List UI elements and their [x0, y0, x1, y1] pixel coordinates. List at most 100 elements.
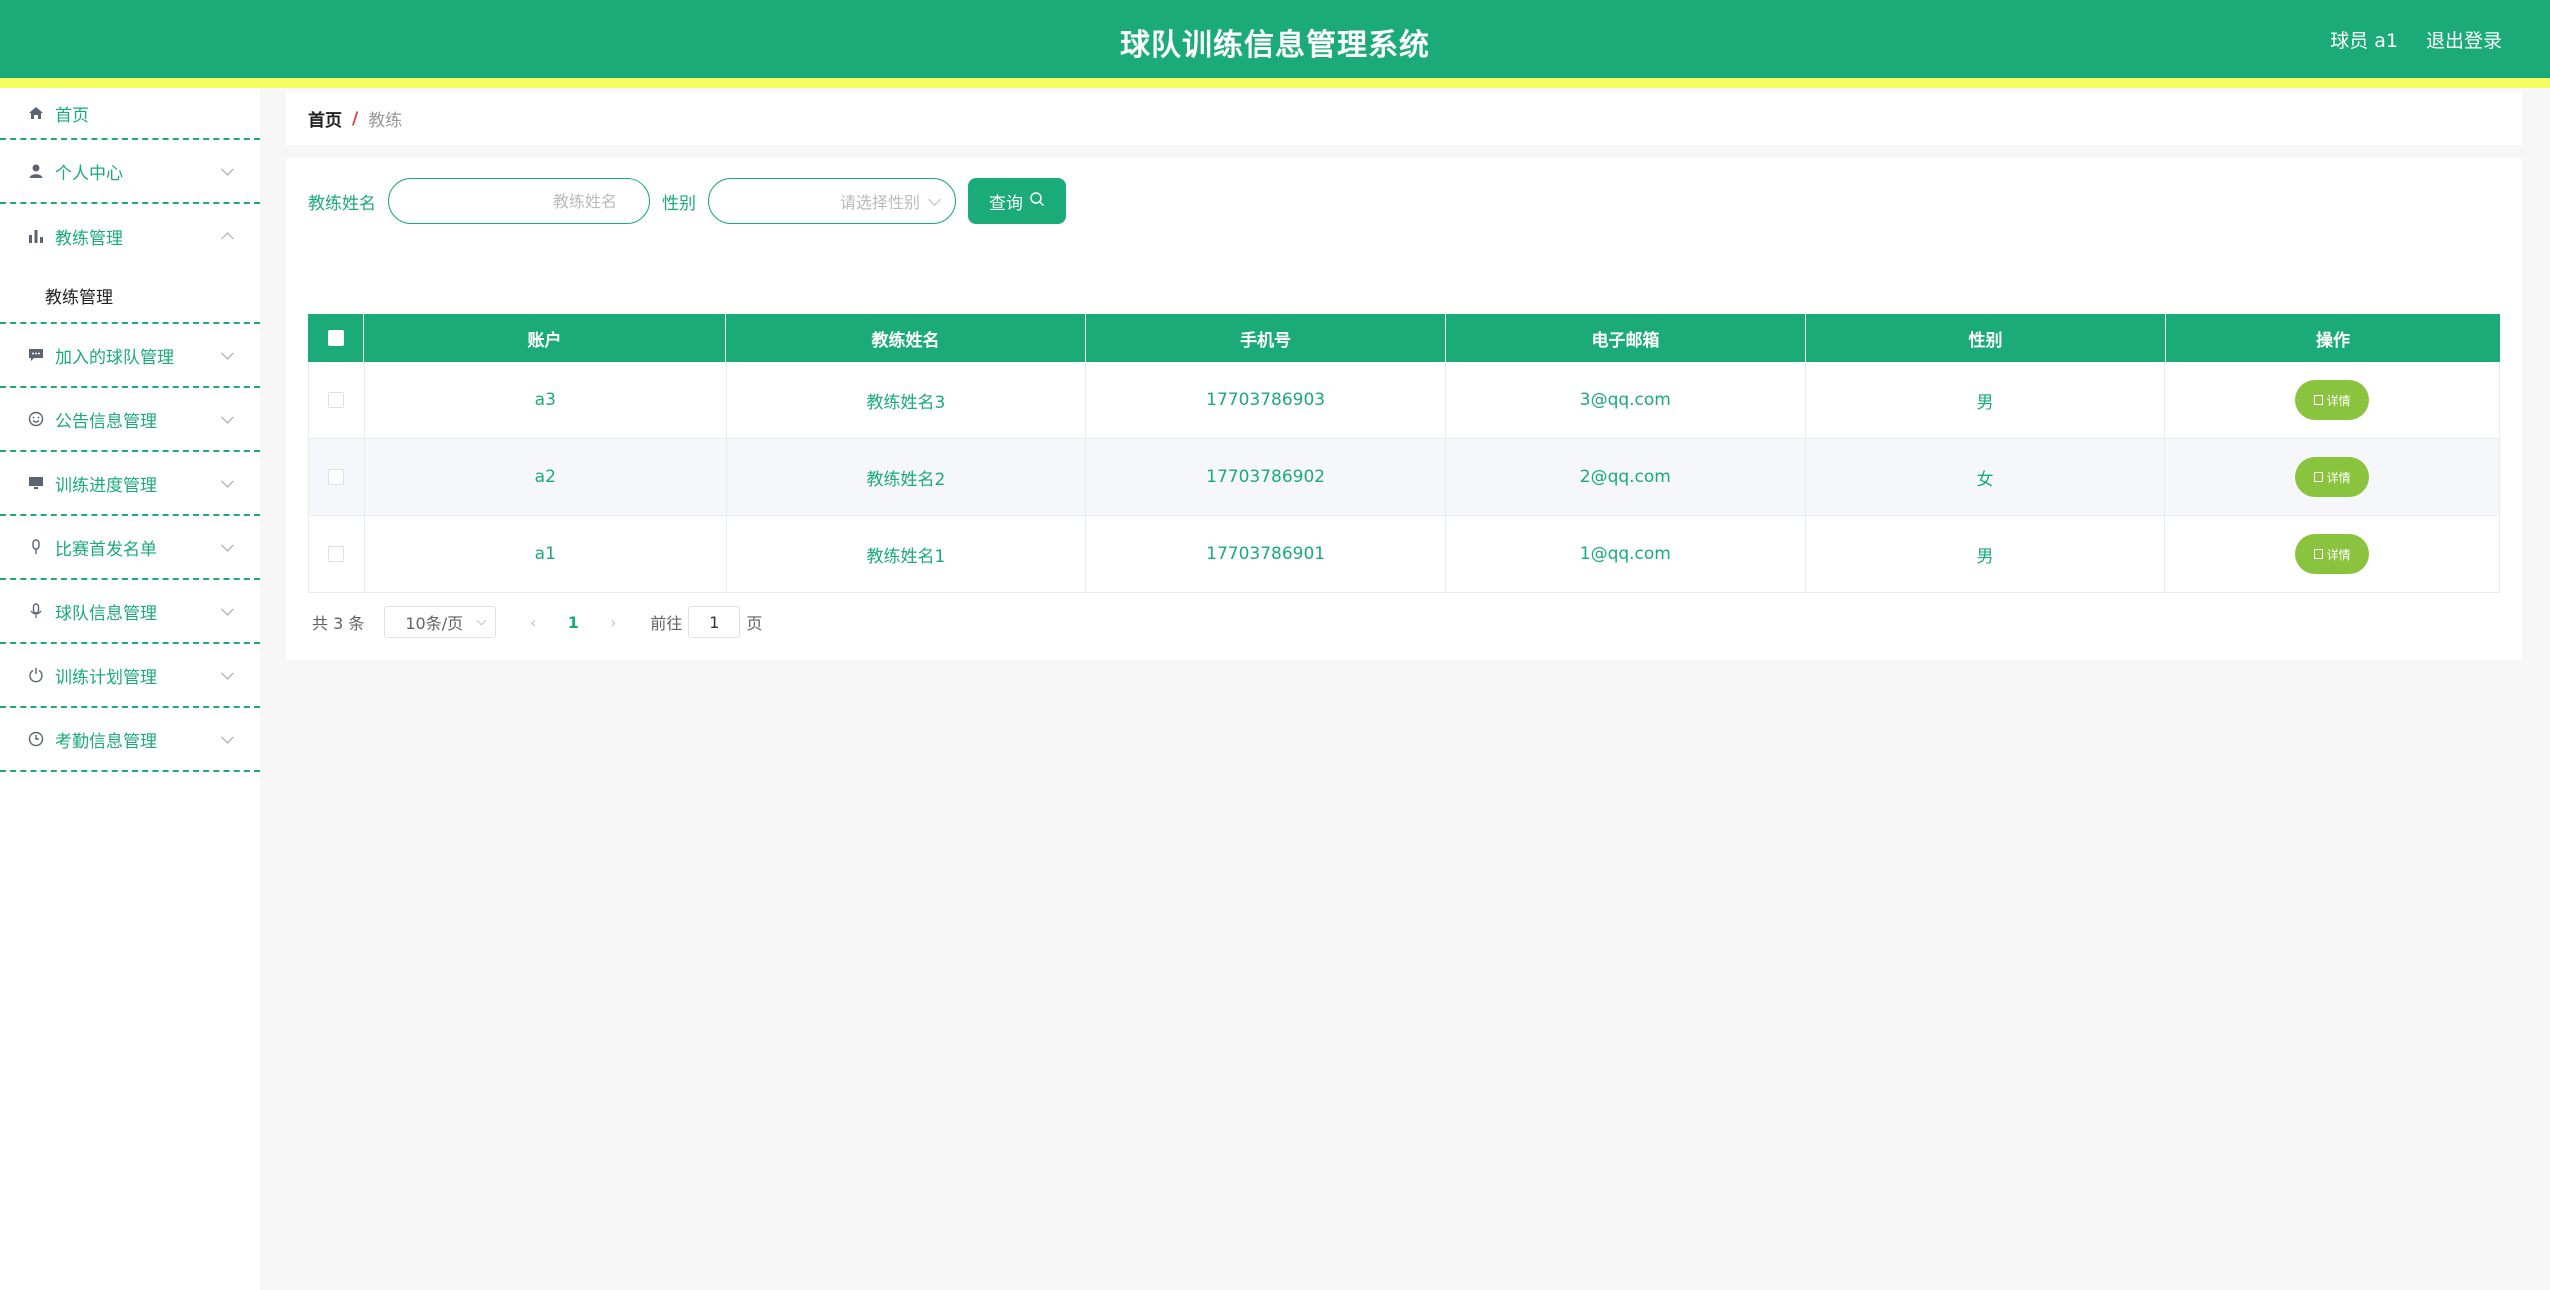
chevron-down-icon	[221, 474, 234, 488]
pagination: 共 3 条 10条/页 ‹ 1 › 前往 页	[312, 606, 762, 638]
sidebar-item-announcement[interactable]: 公告信息管理	[0, 388, 260, 452]
goto-unit: 页	[746, 614, 763, 633]
goto-page: 前往 页	[650, 606, 762, 638]
detail-button-label: 详情	[2326, 547, 2351, 562]
document-icon	[2313, 395, 2323, 405]
cell-coach-name: 教练姓名3	[727, 362, 1087, 438]
sidebar: 首页 个人中心 教练管理 教练管理 加入的球队管理 公告信息管理 训练进度管理 …	[0, 88, 260, 1290]
sidebar-subitem-label: 教练管理	[45, 287, 113, 308]
sidebar-item-label: 球队信息管理	[55, 603, 157, 624]
power-icon	[27, 666, 45, 684]
current-user-label[interactable]: 球员 a1	[2330, 26, 2398, 53]
cell-actions: 详情	[2165, 362, 2499, 438]
column-header-actions: 操作	[2316, 330, 2350, 351]
breadcrumb-separator: /	[352, 108, 359, 129]
cell-email: 3@qq.com	[1446, 362, 1806, 438]
select-all-cell	[308, 314, 364, 362]
chevron-down-icon	[221, 162, 234, 176]
page-size-select[interactable]: 10条/页	[384, 606, 497, 638]
coach-name-label: 教练姓名	[308, 193, 376, 214]
mic-icon	[27, 602, 45, 620]
sidebar-subitem-coach-management[interactable]: 教练管理	[0, 268, 260, 324]
coach-name-input[interactable]	[388, 178, 650, 224]
cell-account: a1	[365, 516, 727, 592]
cell-gender: 男	[1806, 516, 2166, 592]
row-checkbox[interactable]	[328, 469, 345, 485]
row-checkbox[interactable]	[328, 392, 345, 408]
detail-button[interactable]: 详情	[2295, 457, 2370, 497]
chevron-down-icon	[221, 730, 234, 744]
detail-button[interactable]: 详情	[2295, 534, 2370, 574]
chevron-down-icon	[221, 602, 234, 616]
coach-table: 账户 教练姓名 手机号 电子邮箱 性别 操作 a3 教练姓名3 17703786…	[308, 314, 2500, 593]
goto-page-input[interactable]	[688, 606, 741, 638]
cell-email: 2@qq.com	[1446, 439, 1806, 515]
table-row: a2 教练姓名2 17703786902 2@qq.com 女 详情	[308, 439, 2500, 516]
detail-button-label: 详情	[2326, 393, 2351, 408]
detail-button[interactable]: 详情	[2295, 380, 2370, 420]
column-header-gender: 性别	[1806, 314, 2166, 362]
cell-coach-name: 教练姓名2	[727, 439, 1087, 515]
bar-chart-icon	[27, 227, 45, 245]
chevron-down-icon	[221, 410, 234, 424]
gender-label: 性别	[662, 193, 696, 214]
document-icon	[2313, 472, 2323, 482]
sidebar-item-team-info[interactable]: 球队信息管理	[0, 580, 260, 644]
goto-label: 前往	[650, 614, 683, 633]
clock-icon	[27, 730, 45, 748]
chevron-down-icon	[221, 666, 234, 680]
sidebar-item-label: 考勤信息管理	[55, 731, 157, 752]
page-number-current[interactable]: 1	[558, 613, 588, 632]
chevron-down-icon	[928, 192, 941, 206]
prev-page-icon[interactable]: ‹	[518, 613, 548, 632]
sidebar-item-training-plan[interactable]: 训练计划管理	[0, 644, 260, 708]
cell-phone: 17703786902	[1086, 439, 1446, 515]
cell-account: a3	[365, 362, 727, 438]
chevron-down-icon	[221, 346, 234, 360]
header-user-area: 球员 a1 退出登录	[2330, 26, 2502, 53]
sidebar-item-label: 教练管理	[55, 228, 123, 249]
column-header-phone: 手机号	[1086, 314, 1446, 362]
sidebar-item-label: 训练进度管理	[55, 475, 157, 496]
breadcrumb-home[interactable]: 首页	[308, 106, 342, 131]
sidebar-item-label: 首页	[55, 105, 89, 126]
query-button-label: 查询	[989, 193, 1023, 214]
sidebar-item-label: 加入的球队管理	[55, 347, 174, 368]
sidebar-item-home[interactable]: 首页	[0, 88, 260, 140]
select-all-checkbox[interactable]	[327, 330, 344, 346]
search-bar: 教练姓名 性别 请选择性别 查询	[308, 178, 1066, 224]
chevron-down-icon	[476, 615, 487, 626]
sidebar-item-joined-team[interactable]: 加入的球队管理	[0, 324, 260, 388]
query-button[interactable]: 查询	[968, 178, 1066, 224]
sidebar-item-label: 公告信息管理	[55, 411, 157, 432]
gender-select-placeholder: 请选择性别	[839, 193, 920, 212]
breadcrumb-current: 教练	[368, 111, 403, 131]
chevron-up-icon	[221, 232, 234, 246]
sidebar-item-coach-management[interactable]: 教练管理	[0, 204, 260, 268]
cell-account: a2	[365, 439, 727, 515]
breadcrumb: 首页 / 教练	[286, 92, 2522, 145]
cell-phone: 17703786901	[1086, 516, 1446, 592]
sidebar-item-label: 比赛首发名单	[55, 539, 157, 560]
cell-coach-name: 教练姓名1	[727, 516, 1087, 592]
cell-phone: 17703786903	[1086, 362, 1446, 438]
logout-link[interactable]: 退出登录	[2426, 26, 2502, 53]
search-icon	[1029, 191, 1045, 212]
cell-email: 1@qq.com	[1446, 516, 1806, 592]
row-checkbox[interactable]	[328, 546, 345, 562]
cell-gender: 女	[1806, 439, 2166, 515]
sidebar-item-training-progress[interactable]: 训练进度管理	[0, 452, 260, 516]
chevron-down-icon	[221, 538, 234, 552]
next-page-icon[interactable]: ›	[598, 613, 628, 632]
sidebar-item-starting-lineup[interactable]: 比赛首发名单	[0, 516, 260, 580]
row-select-cell	[309, 516, 365, 592]
sidebar-item-label: 训练计划管理	[55, 667, 157, 688]
sidebar-item-attendance[interactable]: 考勤信息管理	[0, 708, 260, 772]
column-header-account: 账户	[364, 314, 726, 362]
table-row: a1 教练姓名1 17703786901 1@qq.com 男 详情	[308, 516, 2500, 593]
smile-icon	[27, 410, 45, 428]
column-header-email: 电子邮箱	[1446, 314, 1806, 362]
gender-select[interactable]: 请选择性别	[708, 178, 956, 224]
table-header: 账户 教练姓名 手机号 电子邮箱 性别 操作	[308, 314, 2500, 362]
sidebar-item-personal-center[interactable]: 个人中心	[0, 140, 260, 204]
